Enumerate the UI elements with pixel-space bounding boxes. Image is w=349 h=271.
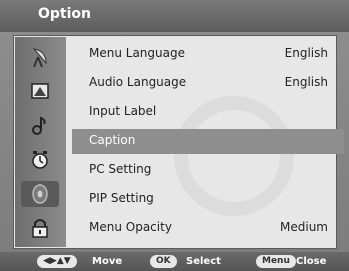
select-hint-label: Select (186, 256, 221, 267)
sidebar-item-lock[interactable] (21, 215, 59, 241)
move-key-badge: ◀▶▲▼ (37, 255, 77, 268)
move-hint-label: Move (92, 256, 123, 267)
menu-item-menu-language[interactable]: Menu Language English (74, 42, 336, 67)
ok-key-badge: OK (150, 255, 177, 268)
menu-item-pip-setting[interactable]: PIP Setting (74, 187, 336, 212)
alarm-clock-icon (32, 151, 48, 169)
sound-icon (32, 116, 46, 135)
sidebar-item-time[interactable] (21, 147, 59, 173)
menu-item-label: Caption (89, 133, 136, 147)
menu-item-input-label[interactable]: Input Label (74, 100, 336, 125)
option-disc-icon (32, 184, 48, 204)
menu-item-audio-language[interactable]: Audio Language English (74, 71, 336, 96)
osd-menu: Option Menu Language English Audio Langu… (0, 0, 349, 271)
key-hint-bar: ◀▶▲▼ Move OK Select Menu Close (0, 252, 349, 271)
menu-item-label: Audio Language (89, 75, 187, 89)
sidebar-item-option[interactable] (21, 181, 59, 207)
satellite-dish-icon (32, 48, 47, 68)
menu-panel: Menu Language English Audio Language Eng… (13, 35, 344, 249)
menu-item-value: English (284, 46, 328, 60)
close-hint-label: Close (296, 256, 327, 267)
menu-item-label: PIP Setting (89, 191, 154, 205)
lock-icon (32, 219, 48, 238)
menu-item-value: Medium (280, 220, 328, 234)
menu-item-pc-setting[interactable]: PC Setting (74, 158, 336, 183)
menu-item-menu-opacity[interactable]: Menu Opacity Medium (74, 216, 336, 241)
menu-item-label: PC Setting (89, 162, 152, 176)
sidebar-item-picture[interactable] (21, 79, 59, 105)
category-sidebar (15, 37, 66, 247)
menu-item-caption[interactable]: Caption (72, 129, 344, 154)
menu-item-label: Menu Language (89, 46, 185, 60)
sidebar-item-satellite[interactable] (21, 45, 59, 71)
picture-icon (31, 83, 49, 99)
menu-key-badge: Menu (256, 255, 296, 268)
menu-item-label: Menu Opacity (89, 220, 172, 234)
menu-list: Menu Language English Audio Language Eng… (72, 42, 344, 246)
menu-item-label: Input Label (89, 104, 157, 118)
menu-item-value: English (284, 75, 328, 89)
sidebar-item-sound[interactable] (21, 113, 59, 139)
title-bar: Option (0, 0, 349, 32)
menu-title: Option (38, 6, 91, 22)
